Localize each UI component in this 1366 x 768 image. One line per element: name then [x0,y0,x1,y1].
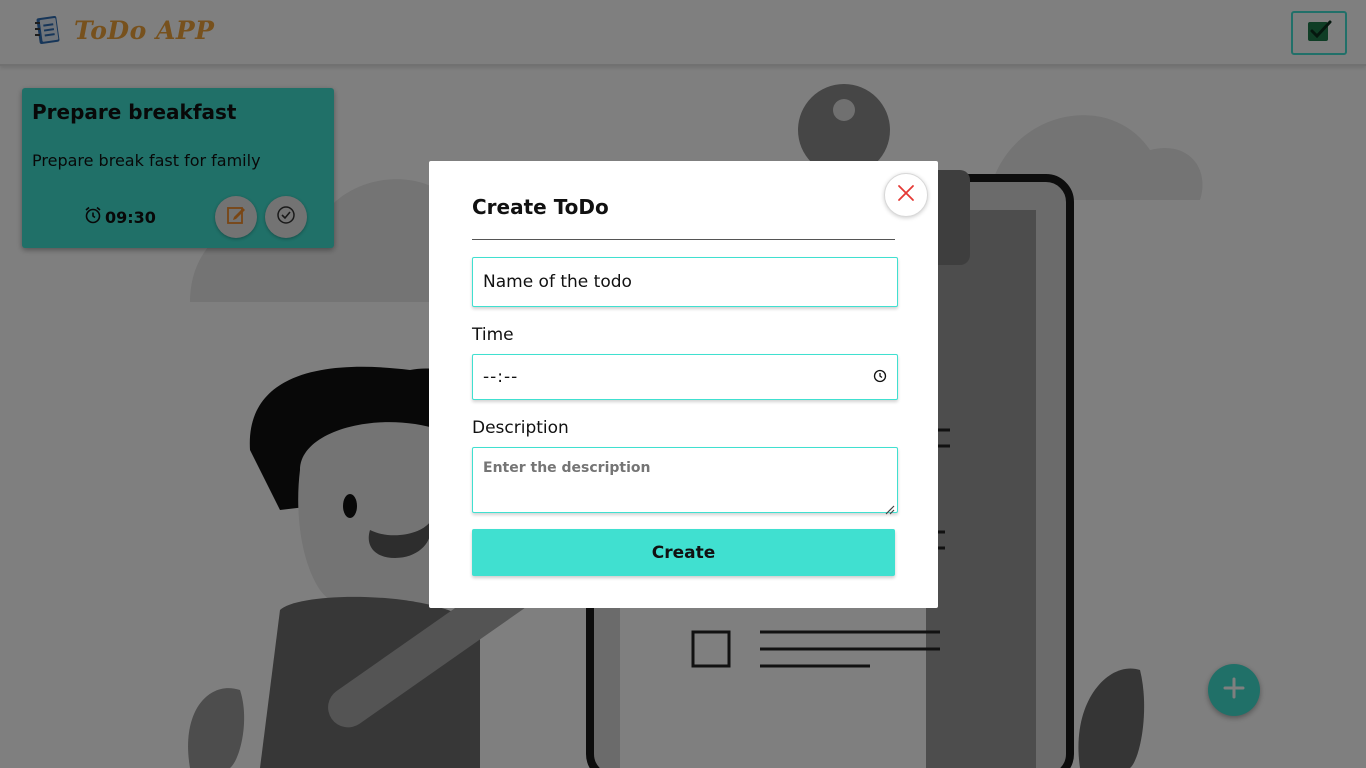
description-textarea[interactable] [472,447,898,513]
description-label: Description [472,418,569,438]
time-value: --:-- [483,367,519,387]
time-input[interactable]: --:-- [472,354,898,400]
modal-title: Create ToDo [472,195,609,219]
close-icon [897,184,915,206]
resize-grip-icon[interactable] [883,500,895,515]
create-button[interactable]: Create [472,529,895,576]
modal-divider [472,239,895,240]
clock-icon[interactable] [873,368,887,387]
create-todo-modal: Create ToDo Time --:-- Description Creat… [429,161,938,608]
todo-name-input[interactable] [472,257,898,307]
close-modal-button[interactable] [884,173,928,217]
time-label: Time [472,325,514,345]
